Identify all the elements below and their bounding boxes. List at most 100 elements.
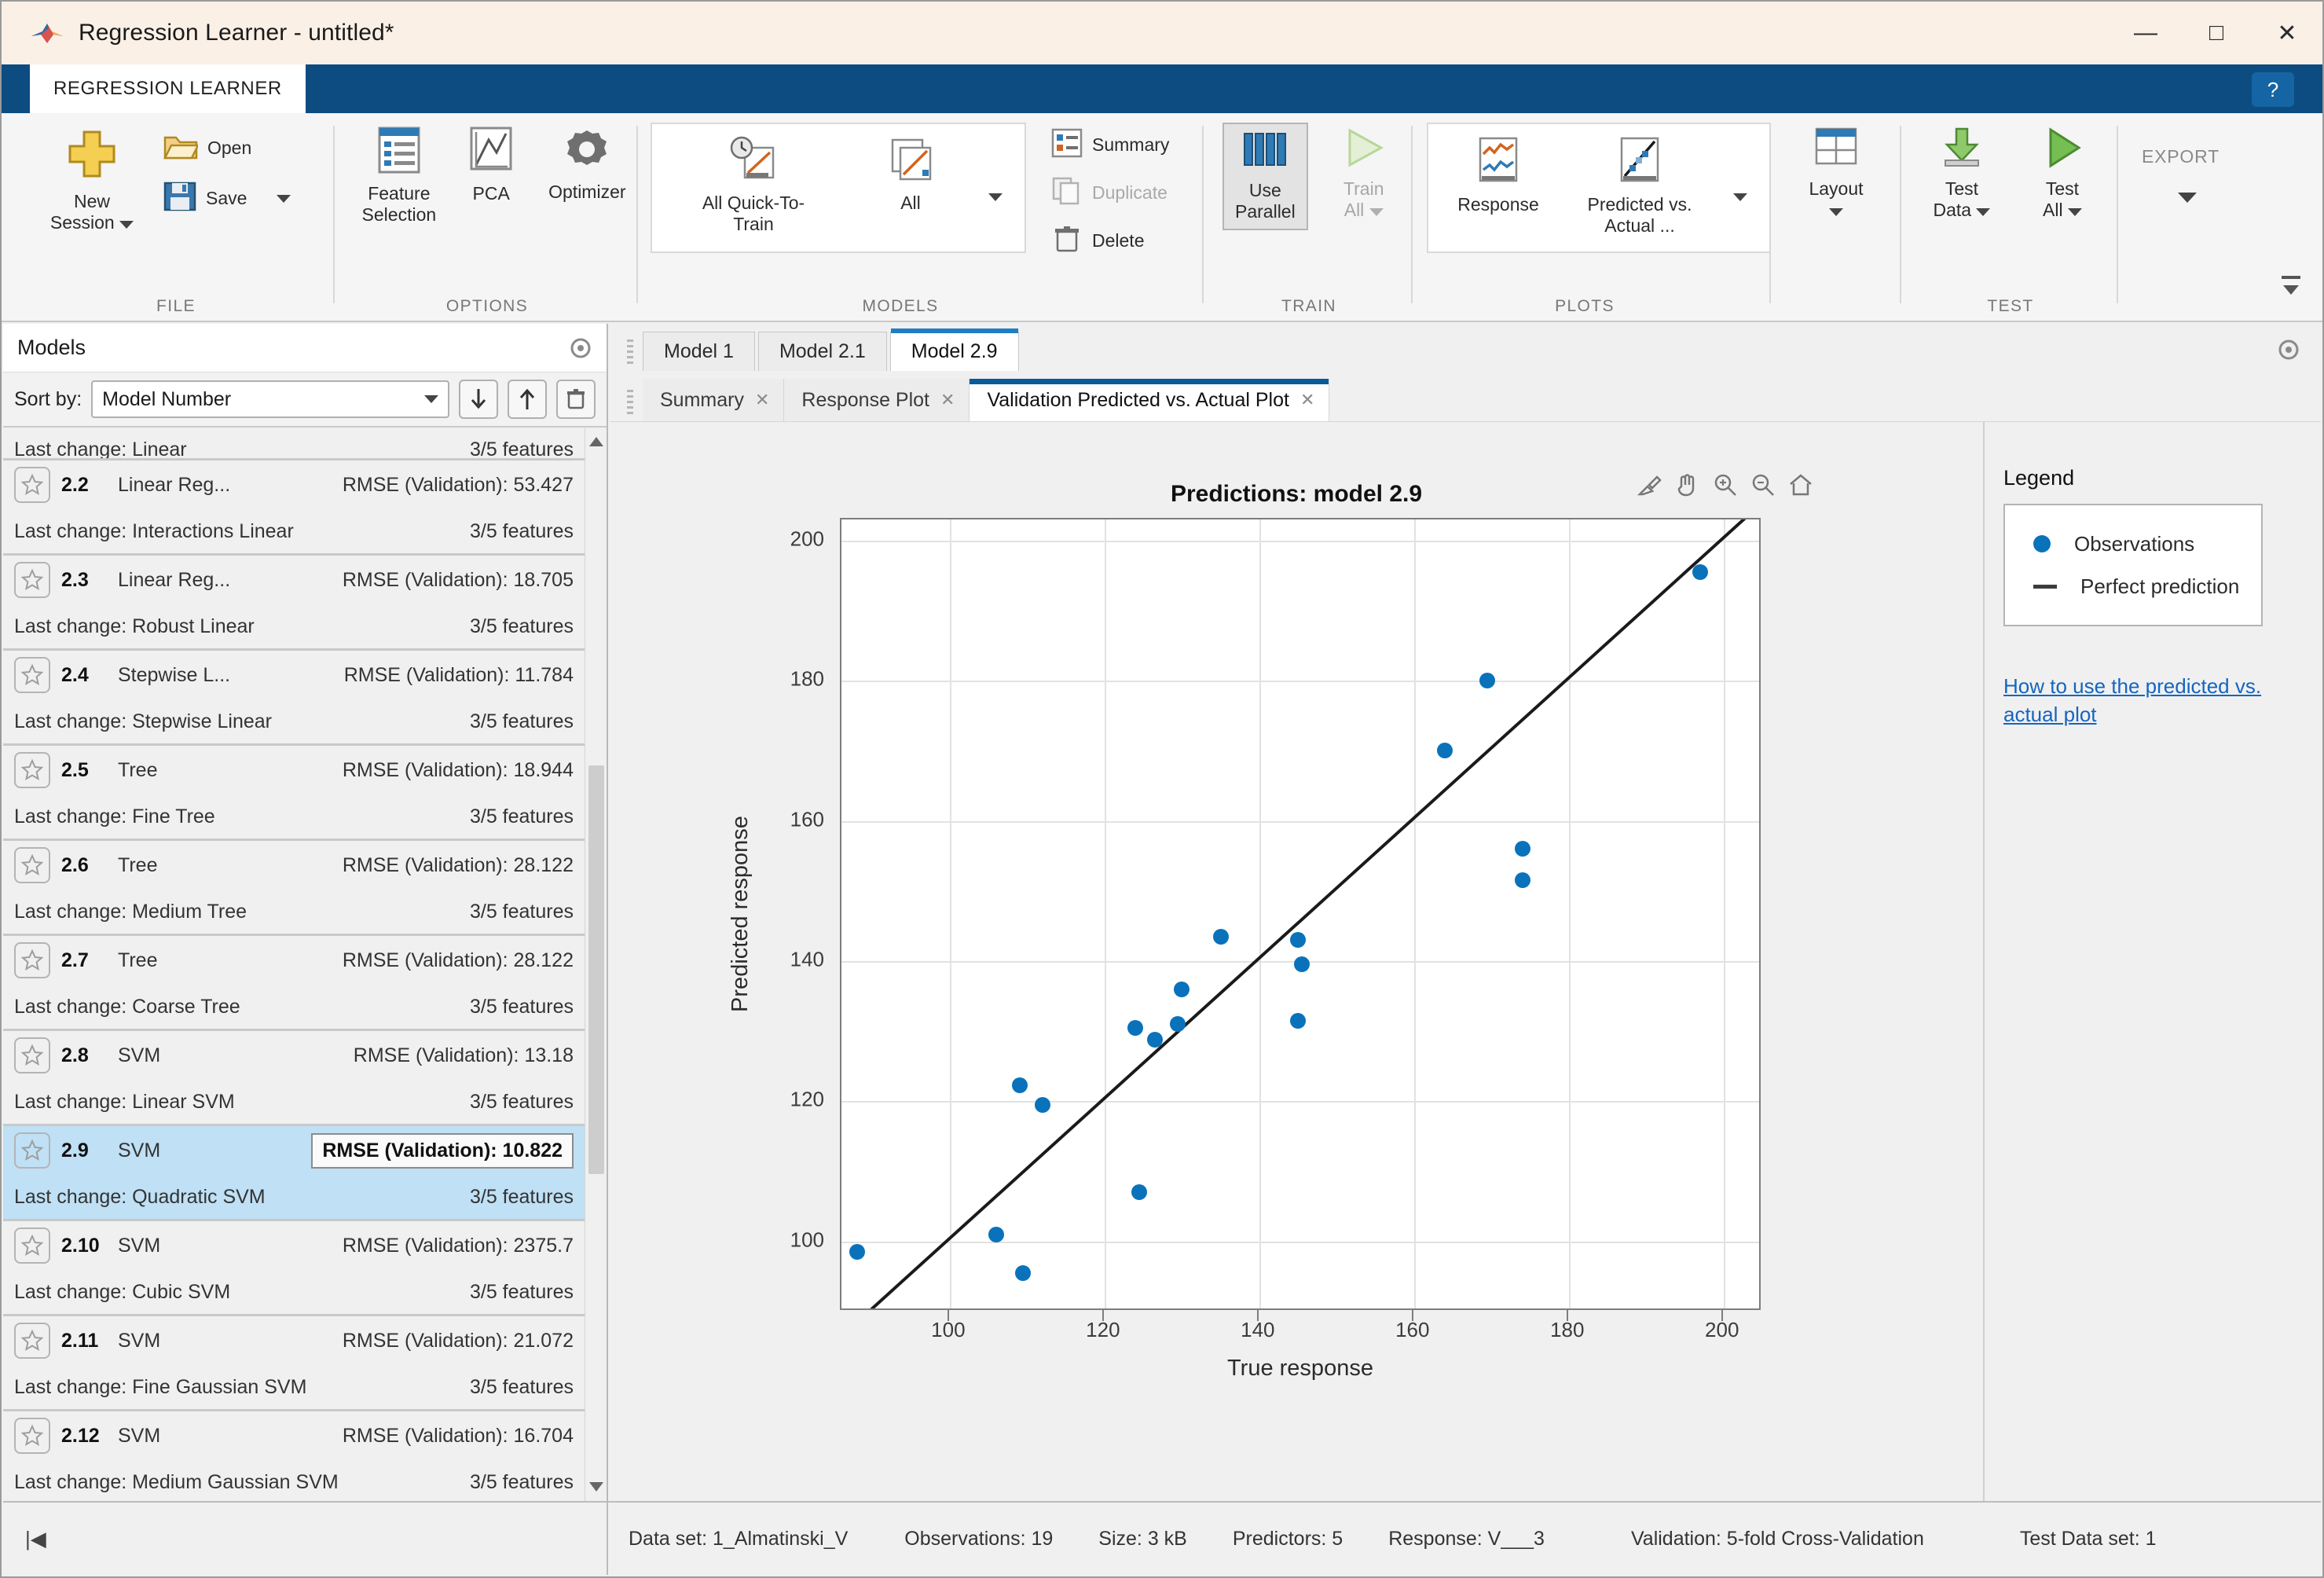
zoom-out-icon[interactable] xyxy=(1750,472,1776,497)
favorite-star-icon[interactable] xyxy=(14,562,50,598)
feature-selection-button[interactable]: Feature Selection xyxy=(354,123,445,229)
test-all-button[interactable]: Test All xyxy=(2019,123,2106,224)
data-point[interactable] xyxy=(1290,932,1307,949)
favorite-star-icon[interactable] xyxy=(14,1418,50,1454)
data-point[interactable] xyxy=(1146,1031,1163,1048)
favorite-star-icon[interactable] xyxy=(14,1228,50,1264)
gear-icon[interactable] xyxy=(569,336,592,360)
close-icon[interactable]: ✕ xyxy=(1300,390,1314,410)
summary-button[interactable]: Summary xyxy=(1047,124,1174,166)
data-point[interactable] xyxy=(1131,1184,1148,1201)
sort-ascending-button[interactable] xyxy=(508,380,547,419)
help-icon[interactable]: ? xyxy=(2252,72,2294,107)
table-row[interactable]: 2.9 SVM RMSE (Validation): 10.822 Last chan… xyxy=(3,1126,585,1221)
favorite-star-icon[interactable] xyxy=(14,467,50,503)
pca-button[interactable]: PCA xyxy=(457,123,526,207)
plots-gallery[interactable]: Response Predicted vs. Actual ... xyxy=(1427,123,1771,253)
data-point[interactable] xyxy=(849,1244,865,1261)
favorite-star-icon[interactable] xyxy=(14,1323,50,1359)
delete-model-button[interactable] xyxy=(556,380,596,419)
new-session-button[interactable]: New Session xyxy=(33,123,151,237)
close-icon[interactable]: ✕ xyxy=(940,390,955,410)
model-tab-2-1[interactable]: Model 2.1 xyxy=(757,332,887,371)
data-point[interactable] xyxy=(1692,563,1709,580)
model-tab-2-9[interactable]: Model 2.9 xyxy=(889,328,1019,371)
scatter-plot[interactable] xyxy=(840,518,1761,1310)
favorite-star-icon[interactable] xyxy=(14,847,50,883)
list-item-partial[interactable]: Last change: Linear 3/5 features xyxy=(3,428,585,461)
favorite-star-icon[interactable] xyxy=(14,942,50,978)
plots-gallery-expand-caret[interactable] xyxy=(1722,132,1758,262)
layout-button[interactable]: Layout xyxy=(1785,123,1887,224)
data-point[interactable] xyxy=(1015,1264,1032,1281)
table-row[interactable]: 2.7 Tree RMSE (Validation): 28.122 Last cha… xyxy=(3,936,585,1031)
tab-regression-learner[interactable]: REGRESSION LEARNER xyxy=(30,64,306,113)
save-dropdown-caret[interactable] xyxy=(277,194,291,203)
table-row[interactable]: 2.8 SVM RMSE (Validation): 13.18 Last chang… xyxy=(3,1031,585,1126)
table-row[interactable]: 2.6 Tree RMSE (Validation): 28.122 Last cha… xyxy=(3,841,585,936)
data-point[interactable] xyxy=(1127,1019,1144,1036)
restore-view-home-icon[interactable] xyxy=(1787,472,1814,497)
table-row[interactable]: 2.5 Tree RMSE (Validation): 18.944 Last cha… xyxy=(3,746,585,841)
favorite-star-icon[interactable] xyxy=(14,657,50,693)
ribbon-collapse-button[interactable] xyxy=(2277,273,2305,303)
data-point[interactable] xyxy=(1035,1096,1051,1113)
test-data-button[interactable]: Test Data xyxy=(1919,123,2005,224)
minimize-button[interactable]: — xyxy=(2110,2,2181,64)
nav-first-button[interactable]: |◀ xyxy=(25,1527,46,1551)
scroll-up-arrow[interactable] xyxy=(585,431,607,453)
data-point[interactable] xyxy=(1212,928,1229,945)
tab-response-plot[interactable]: Response Plot ✕ xyxy=(784,379,970,421)
zoom-in-icon[interactable] xyxy=(1712,472,1739,497)
export-plot-icon[interactable] xyxy=(1637,472,1663,497)
optimizer-button[interactable]: Optimizer xyxy=(538,123,636,206)
sort-by-select[interactable]: Model Number xyxy=(91,380,449,418)
all-models-button[interactable]: All xyxy=(844,132,977,217)
table-row[interactable]: 2.10 SVM RMSE (Validation): 2375.7 Last cha… xyxy=(3,1221,585,1316)
sort-descending-button[interactable] xyxy=(459,380,498,419)
data-point[interactable] xyxy=(1479,673,1496,689)
subpanel-drag-grip[interactable] xyxy=(627,390,633,417)
table-row[interactable]: 2.12 SVM RMSE (Validation): 16.704 Last cha… xyxy=(3,1411,585,1501)
data-point[interactable] xyxy=(1290,1012,1307,1029)
tab-validation-predicted-vs-actual-plot[interactable]: Validation Predicted vs. Actual Plot ✕ xyxy=(970,379,1330,421)
table-row[interactable]: 2.11 SVM RMSE (Validation): 21.072 Last cha… xyxy=(3,1316,585,1411)
data-point[interactable] xyxy=(1170,1016,1186,1033)
model-tab-1[interactable]: Model 1 xyxy=(643,332,755,371)
delete-button[interactable]: Delete xyxy=(1047,220,1174,262)
tab-summary[interactable]: Summary ✕ xyxy=(643,379,785,421)
data-point[interactable] xyxy=(1514,841,1530,857)
table-row[interactable]: 2.2 Linear Reg... RMSE (Validation): 53.42… xyxy=(3,461,585,556)
train-all-button[interactable]: Train All xyxy=(1321,123,1407,224)
panel-drag-grip[interactable] xyxy=(627,339,633,366)
data-point[interactable] xyxy=(1437,743,1453,759)
models-list[interactable]: Last change: Linear 3/5 features 2.2 Line… xyxy=(3,428,607,1501)
maximize-button[interactable]: □ xyxy=(2181,2,2252,64)
predicted-vs-actual-button[interactable]: Predicted vs. Actual ... xyxy=(1557,132,1722,240)
save-button[interactable]: Save xyxy=(159,177,295,220)
pan-hand-icon[interactable] xyxy=(1674,472,1701,497)
close-icon[interactable]: ✕ xyxy=(755,390,769,410)
data-point[interactable] xyxy=(1294,956,1310,973)
scroll-down-arrow[interactable] xyxy=(585,1476,607,1498)
models-gallery-expand-caret[interactable] xyxy=(977,132,1014,262)
duplicate-button[interactable]: Duplicate xyxy=(1047,172,1174,214)
export-dropdown-caret[interactable] xyxy=(2178,193,2197,203)
all-quick-to-train-button[interactable]: All Quick-To- Train xyxy=(663,132,844,238)
data-point[interactable] xyxy=(1174,981,1190,997)
data-point[interactable] xyxy=(988,1226,1004,1242)
gear-icon[interactable] xyxy=(2277,338,2300,361)
models-gallery[interactable]: All Quick-To- Train All xyxy=(651,123,1026,253)
response-plot-button[interactable]: Response xyxy=(1439,132,1557,218)
favorite-star-icon[interactable] xyxy=(14,1037,50,1073)
models-list-scrollbar[interactable] xyxy=(585,428,607,1501)
legend-item-observations[interactable]: Observations xyxy=(2005,523,2261,565)
close-button[interactable]: ✕ xyxy=(2252,2,2322,64)
how-to-use-plot-link[interactable]: How to use the predicted vs. actual plot xyxy=(2003,672,2278,729)
scrollbar-thumb[interactable] xyxy=(588,765,604,1174)
use-parallel-toggle[interactable]: Use Parallel xyxy=(1222,123,1308,231)
favorite-star-icon[interactable] xyxy=(14,1132,50,1169)
table-row[interactable]: 2.3 Linear Reg... RMSE (Validation): 18.70… xyxy=(3,556,585,651)
table-row[interactable]: 2.4 Stepwise L... RMSE (Validation): 11.78… xyxy=(3,651,585,746)
open-button[interactable]: Open xyxy=(159,127,295,169)
